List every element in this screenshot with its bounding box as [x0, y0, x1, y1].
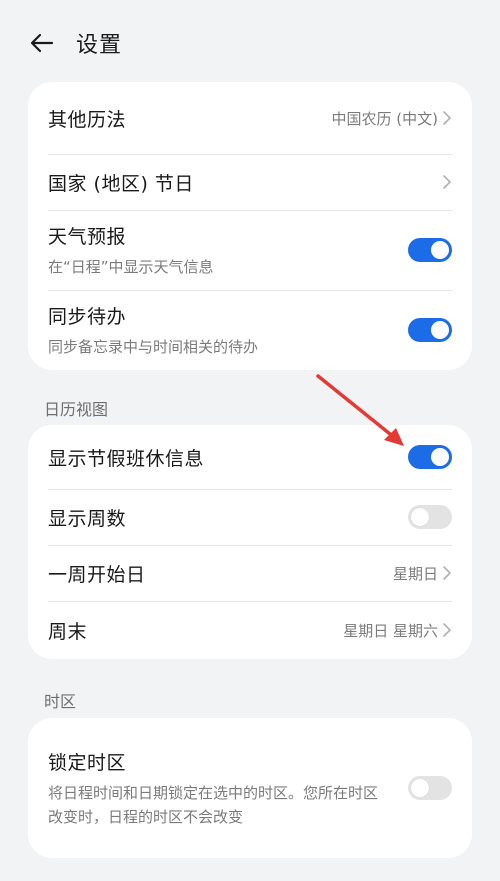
arrow-left-icon: [30, 33, 54, 53]
chevron-right-icon: [443, 566, 451, 580]
row-subtitle: 同步备忘录中与时间相关的待办: [48, 337, 259, 356]
row-title: 周末: [48, 620, 88, 643]
lock-timezone-toggle[interactable]: [408, 776, 452, 800]
section-header-calendar-view: 日历视图: [44, 400, 109, 419]
row-title: 一周开始日: [48, 563, 146, 586]
status-bar: [0, 0, 500, 10]
row-subtitle: 在“日程”中显示天气信息: [48, 257, 214, 276]
weather-row: 天气预报 在“日程”中显示天气信息: [48, 210, 452, 290]
row-title: 天气预报: [48, 225, 127, 248]
week-numbers-toggle[interactable]: [408, 505, 452, 529]
lock-timezone-row: 锁定时区 将日程时间和日期锁定在选中的时区。您所在时区改变时，日程的时区不会改变: [48, 718, 452, 858]
weather-toggle[interactable]: [408, 238, 452, 262]
chevron-right-icon: [443, 623, 451, 637]
holiday-workday-toggle[interactable]: [408, 445, 452, 469]
row-title: 同步待办: [48, 305, 127, 328]
other-calendar-row[interactable]: 其他历法 中国农历 (中文): [48, 82, 452, 154]
back-button[interactable]: [22, 23, 62, 63]
sync-todo-toggle[interactable]: [408, 318, 452, 342]
calendar-view-card: 显示节假班休信息 显示周数 一周开始日 星期日 周末 星期日 星期六: [28, 425, 472, 659]
row-title: 显示周数: [48, 507, 127, 530]
row-title: 其他历法: [48, 108, 127, 131]
general-settings-card: 其他历法 中国农历 (中文) 国家 (地区) 节日 天气预报 在“日程”中显示天…: [28, 82, 472, 370]
header: 设置: [0, 18, 500, 68]
sync-todo-row: 同步待办 同步备忘录中与时间相关的待办: [48, 290, 452, 370]
row-value: 星期日 星期六: [343, 621, 438, 640]
holiday-workday-row: 显示节假班休信息: [48, 425, 452, 489]
week-numbers-row: 显示周数: [48, 489, 452, 545]
row-title: 锁定时区: [48, 751, 127, 774]
chevron-right-icon: [443, 175, 451, 189]
timezone-card: 锁定时区 将日程时间和日期锁定在选中的时区。您所在时区改变时，日程的时区不会改变: [28, 718, 472, 858]
weekend-row[interactable]: 周末 星期日 星期六: [48, 601, 452, 659]
row-subtitle: 将日程时间和日期锁定在选中的时区。您所在时区改变时，日程的时区不会改变: [48, 783, 379, 826]
row-title: 显示节假班休信息: [48, 447, 205, 470]
row-value: 星期日: [392, 564, 438, 583]
week-start-row[interactable]: 一周开始日 星期日: [48, 545, 452, 601]
row-title: 国家 (地区) 节日: [48, 172, 194, 195]
page-title: 设置: [76, 33, 123, 58]
holidays-row[interactable]: 国家 (地区) 节日: [48, 154, 452, 210]
chevron-right-icon: [443, 111, 451, 125]
row-value: 中国农历 (中文): [331, 109, 438, 128]
section-header-timezone: 时区: [44, 692, 77, 711]
